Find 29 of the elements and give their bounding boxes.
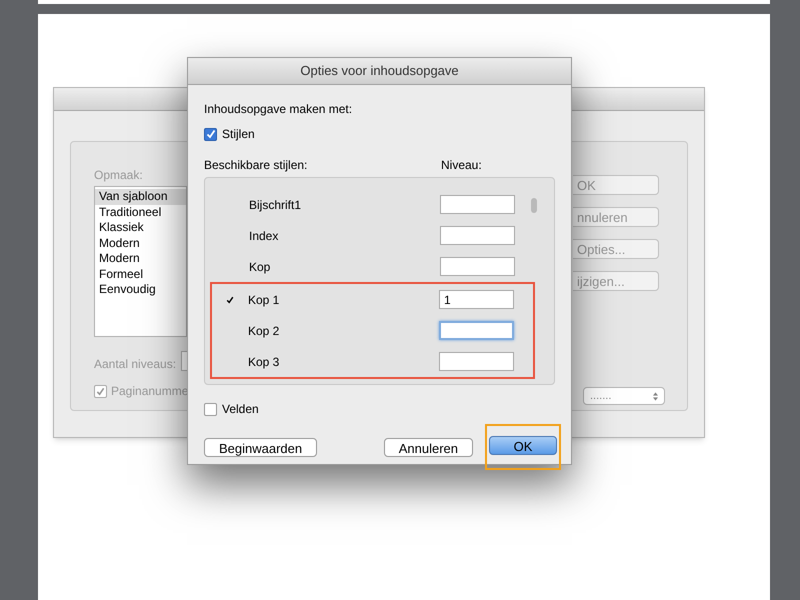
style-name: Kop 3 [248, 354, 280, 370]
select-value: ....... [590, 388, 612, 404]
style-name: Bijschrift1 [249, 196, 302, 214]
style-name: Index [249, 228, 280, 244]
styles-heading: Beschikbare stijlen: [204, 157, 308, 172]
build-label: Inhoudsopgave maken met: [204, 101, 354, 116]
window-title: Opties voor inhoudsopgave [188, 58, 571, 85]
dialog-button[interactable]: Annuleren [384, 438, 473, 456]
format-label: Opmaak: [94, 167, 143, 184]
level-field[interactable]: 1 [439, 290, 514, 309]
level-heading: Niveau: [441, 157, 482, 172]
stepper-icon [653, 392, 658, 400]
level-field[interactable] [440, 257, 515, 276]
style-name: Kop 1 [248, 292, 280, 308]
level-field[interactable] [440, 226, 515, 245]
styles-checkbox[interactable] [204, 128, 217, 140]
check-icon [206, 129, 216, 139]
levels-label: Aantal niveaus: [94, 356, 176, 373]
scrollbar-thumb[interactable] [531, 198, 537, 213]
level-field[interactable] [440, 195, 515, 214]
fields-label: Velden [222, 401, 259, 418]
dialog-button[interactable]: Beginwaarden [204, 438, 318, 456]
style-name: Kop 2 [248, 322, 280, 340]
dialog-button[interactable]: OK [489, 436, 557, 455]
style-name: Kop [249, 258, 272, 276]
level-field[interactable] [439, 321, 514, 340]
level-field[interactable] [439, 352, 514, 371]
styles-label: Stijlen [222, 126, 255, 143]
fields-checkbox[interactable] [204, 402, 217, 416]
